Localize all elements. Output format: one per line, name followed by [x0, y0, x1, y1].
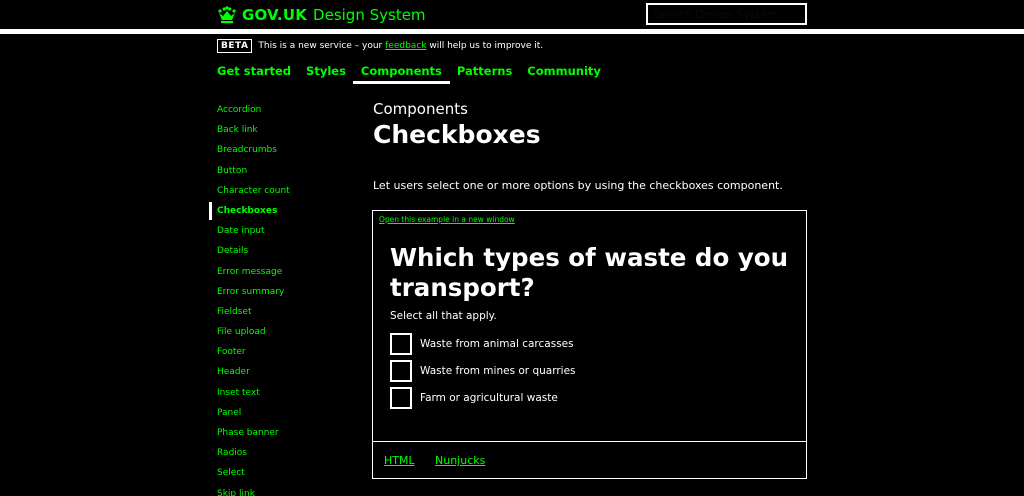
top-navigation: Get started Styles Components Patterns C… [217, 62, 616, 84]
checkbox-mines-quarries[interactable] [390, 360, 412, 382]
search-input[interactable] [646, 3, 807, 25]
nav-community[interactable]: Community [527, 62, 601, 84]
nav-styles[interactable]: Styles [306, 62, 346, 84]
phase-text-before: This is a new service – your [258, 41, 383, 51]
page-title: Checkboxes [373, 120, 541, 149]
sidenav-item-inset-text[interactable]: Inset text [209, 383, 349, 403]
nav-patterns[interactable]: Patterns [457, 62, 512, 84]
checkbox-item[interactable]: Waste from mines or quarries [390, 360, 576, 382]
beta-tag: BETA [217, 39, 253, 53]
sidenav-item-phase-banner[interactable]: Phase banner [209, 423, 349, 443]
example-frame: Open this example in a new window Which … [372, 210, 807, 479]
sidenav-item-back-link[interactable]: Back link [209, 120, 349, 140]
sidenav-item-radios[interactable]: Radios [209, 443, 349, 463]
sidenav-item-header[interactable]: Header [209, 362, 349, 382]
sidenav-item-character-count[interactable]: Character count [209, 181, 349, 201]
crown-icon [218, 6, 236, 24]
sidenav-item-fieldset[interactable]: Fieldset [209, 302, 349, 322]
hint-text: Select all that apply. [390, 310, 497, 322]
checkbox-item[interactable]: Waste from animal carcasses [390, 333, 574, 355]
header-divider [0, 29, 1024, 34]
sidenav-item-panel[interactable]: Panel [209, 403, 349, 423]
side-navigation: Accordion Back link Breadcrumbs Button C… [209, 100, 349, 496]
checkbox-label[interactable]: Waste from animal carcasses [420, 338, 574, 350]
lead-paragraph: Let users select one or more options by … [373, 179, 783, 192]
site-header: GOV.UK Design System [0, 0, 1024, 29]
nav-components[interactable]: Components [352, 62, 450, 84]
govuk-logo-link[interactable]: GOV.UK Design System [217, 5, 426, 25]
checkbox-item[interactable]: Farm or agricultural waste [390, 387, 558, 409]
sidenav-item-breadcrumbs[interactable]: Breadcrumbs [209, 140, 349, 160]
code-tabs: HTML Nunjucks [373, 441, 806, 479]
sidenav-item-details[interactable]: Details [209, 241, 349, 261]
product-name: Design System [313, 6, 426, 24]
feedback-link[interactable]: feedback [385, 41, 426, 51]
checkbox-farm-agricultural[interactable] [390, 387, 412, 409]
sidenav-item-error-summary[interactable]: Error summary [209, 282, 349, 302]
sidenav-item-date-input[interactable]: Date input [209, 221, 349, 241]
sidenav-item-file-upload[interactable]: File upload [209, 322, 349, 342]
sidenav-item-accordion[interactable]: Accordion [209, 100, 349, 120]
phase-banner: BETA This is a new service – your feedba… [217, 39, 543, 53]
checkbox-label[interactable]: Waste from mines or quarries [420, 365, 576, 377]
sidenav-item-select[interactable]: Select [209, 463, 349, 483]
phase-text-after: will help us to improve it. [429, 41, 544, 51]
page-caption: Components [373, 100, 468, 118]
fieldset-legend: Which types of waste do you transport? [390, 243, 789, 302]
logo-text: GOV.UK [242, 6, 308, 24]
sidenav-item-button[interactable]: Button [209, 161, 349, 181]
nav-get-started[interactable]: Get started [217, 62, 291, 84]
sidenav-item-footer[interactable]: Footer [209, 342, 349, 362]
sidenav-item-error-message[interactable]: Error message [209, 262, 349, 282]
open-example-link[interactable]: Open this example in a new window [379, 215, 515, 224]
tab-nunjucks[interactable]: Nunjucks [435, 454, 485, 467]
tab-html[interactable]: HTML [384, 454, 415, 467]
page: GOV.UK Design System BETA This is a new … [0, 0, 1024, 496]
checkbox-animal-carcasses[interactable] [390, 333, 412, 355]
sidenav-item-checkboxes[interactable]: Checkboxes [209, 201, 349, 221]
checkbox-label[interactable]: Farm or agricultural waste [420, 392, 558, 404]
sidenav-item-skip-link[interactable]: Skip link [209, 484, 349, 496]
